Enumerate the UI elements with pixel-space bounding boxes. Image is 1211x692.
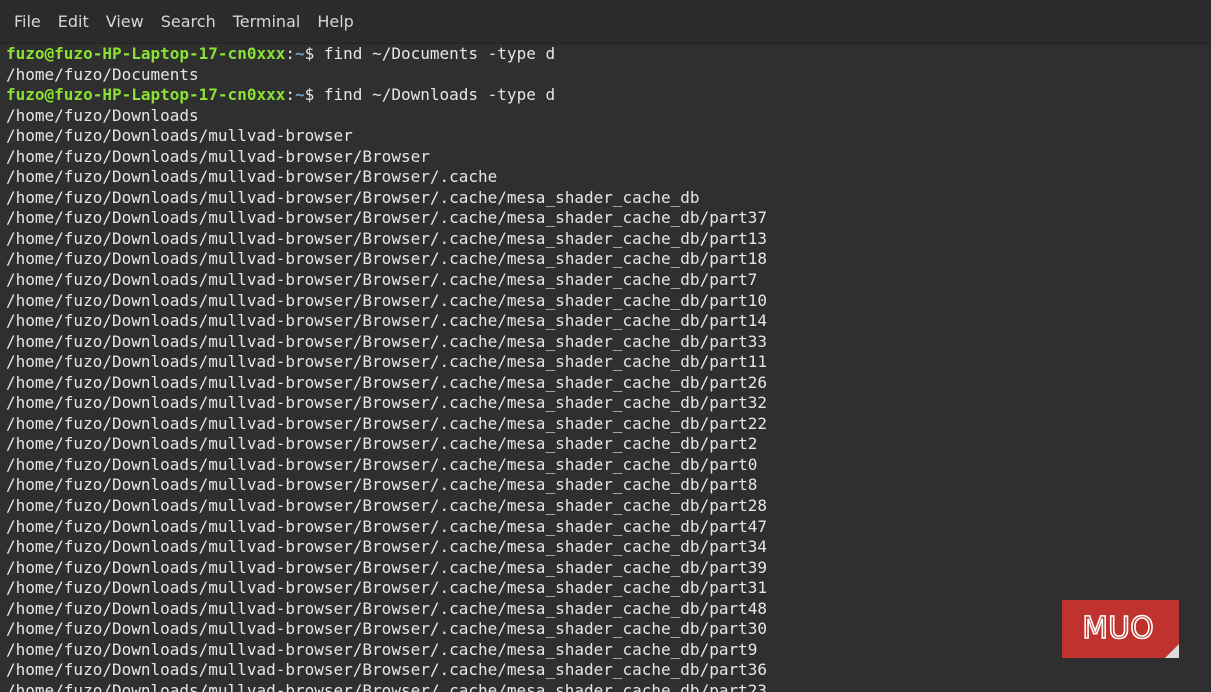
- prompt-colon: :: [285, 44, 295, 63]
- output-line: /home/fuzo/Downloads/mullvad-browser/Bro…: [6, 208, 767, 228]
- output-line: /home/fuzo/Downloads/mullvad-browser/Bro…: [6, 187, 700, 207]
- output-line: /home/fuzo/Downloads/mullvad-browser/Bro…: [6, 228, 767, 248]
- output-line: /home/fuzo/Downloads/mullvad-browser/Bro…: [6, 578, 767, 598]
- output-line: /home/fuzo/Downloads/mullvad-browser/Bro…: [6, 598, 767, 618]
- output-line: /home/fuzo/Downloads/mullvad-browser/Bro…: [6, 619, 767, 639]
- output-line: /home/fuzo/Downloads/mullvad-browser/Bro…: [6, 680, 767, 692]
- terminal-output[interactable]: fuzo@fuzo-HP-Laptop-17-cn0xxx:~$ find ~/…: [0, 44, 1211, 692]
- output-line: /home/fuzo/Downloads/mullvad-browser/Bro…: [6, 249, 767, 269]
- prompt-colon: :: [285, 85, 295, 105]
- menu-edit[interactable]: Edit: [50, 0, 97, 44]
- prompt-user-host: fuzo@fuzo-HP-Laptop-17-cn0xxx: [6, 85, 286, 105]
- output-line: /home/fuzo/Downloads/mullvad-browser/Bro…: [6, 290, 767, 310]
- prompt-path: ~: [295, 85, 305, 105]
- menu-terminal[interactable]: Terminal: [225, 0, 309, 44]
- menu-view[interactable]: View: [98, 0, 152, 44]
- output-line: /home/fuzo/Downloads/mullvad-browser/Bro…: [6, 413, 767, 433]
- output-line: /home/fuzo/Documents: [6, 64, 199, 84]
- prompt-line: fuzo@fuzo-HP-Laptop-17-cn0xxx:~$ find ~/…: [6, 85, 1211, 106]
- prompt-user-host: fuzo@fuzo-HP-Laptop-17-cn0xxx: [6, 44, 286, 63]
- output-line: /home/fuzo/Downloads/mullvad-browser/Bro…: [6, 146, 430, 166]
- output-line: /home/fuzo/Downloads/mullvad-browser/Bro…: [6, 557, 767, 577]
- menu-search[interactable]: Search: [153, 0, 224, 44]
- output-line: /home/fuzo/Downloads/mullvad-browser/Bro…: [6, 331, 767, 351]
- muo-logo: MUO: [1062, 600, 1179, 658]
- menu-file[interactable]: File: [6, 0, 49, 44]
- output-line: /home/fuzo/Downloads/mullvad-browser: [6, 126, 353, 146]
- output-line: /home/fuzo/Downloads/mullvad-browser/Bro…: [6, 167, 498, 187]
- output-line: /home/fuzo/Downloads/mullvad-browser/Bro…: [6, 311, 767, 331]
- output-line: /home/fuzo/Downloads/mullvad-browser/Bro…: [6, 434, 758, 454]
- prompt-line: fuzo@fuzo-HP-Laptop-17-cn0xxx:~$ find ~/…: [6, 44, 1211, 65]
- muo-logo-text: MUO: [1082, 611, 1153, 646]
- output-line: /home/fuzo/Downloads/mullvad-browser/Bro…: [6, 496, 767, 516]
- prompt-dollar: $: [304, 85, 324, 105]
- output-line: /home/fuzo/Downloads/mullvad-browser/Bro…: [6, 639, 758, 659]
- output-line: /home/fuzo/Downloads/mullvad-browser/Bro…: [6, 372, 767, 392]
- output-line: /home/fuzo/Downloads/mullvad-browser/Bro…: [6, 454, 758, 474]
- output-line: /home/fuzo/Downloads/mullvad-browser/Bro…: [6, 516, 767, 536]
- prompt-path: ~: [295, 44, 305, 63]
- command-text: find ~/Downloads -type d: [323, 85, 556, 105]
- command-text: find ~/Documents -type d: [323, 44, 556, 63]
- prompt-dollar: $: [304, 44, 324, 63]
- output-line: /home/fuzo/Downloads/mullvad-browser/Bro…: [6, 475, 758, 495]
- menu-help[interactable]: Help: [309, 0, 361, 44]
- output-line: /home/fuzo/Downloads/mullvad-browser/Bro…: [6, 660, 767, 680]
- menu-bar: File Edit View Search Terminal Help: [0, 0, 1211, 44]
- terminal-window: File Edit View Search Terminal Help fuzo…: [0, 0, 1211, 692]
- output-line: /home/fuzo/Downloads/mullvad-browser/Bro…: [6, 537, 767, 557]
- output-line: /home/fuzo/Downloads/mullvad-browser/Bro…: [6, 270, 758, 290]
- output-line: /home/fuzo/Downloads: [6, 105, 199, 125]
- output-line: /home/fuzo/Downloads/mullvad-browser/Bro…: [6, 352, 767, 372]
- output-line: /home/fuzo/Downloads/mullvad-browser/Bro…: [6, 393, 767, 413]
